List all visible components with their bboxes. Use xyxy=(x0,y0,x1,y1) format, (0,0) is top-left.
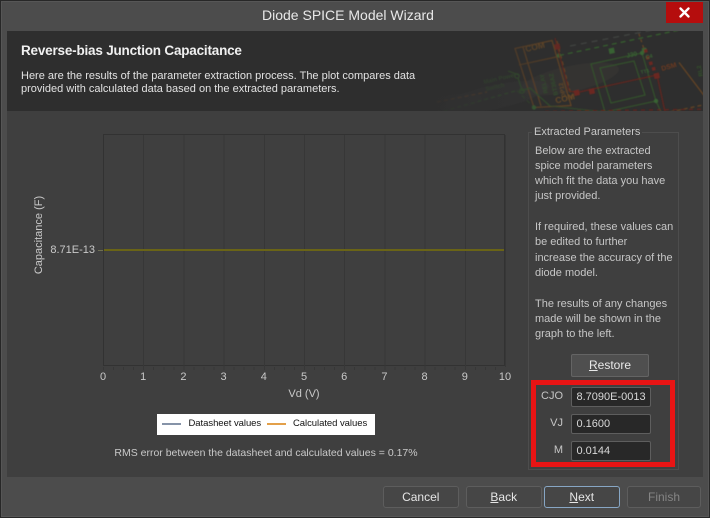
svg-text:J30: J30 xyxy=(626,50,639,59)
svg-text:RL2: RL2 xyxy=(696,63,703,76)
svg-text:C4: C4 xyxy=(645,53,654,61)
svg-text:DSM: DSM xyxy=(661,61,678,72)
